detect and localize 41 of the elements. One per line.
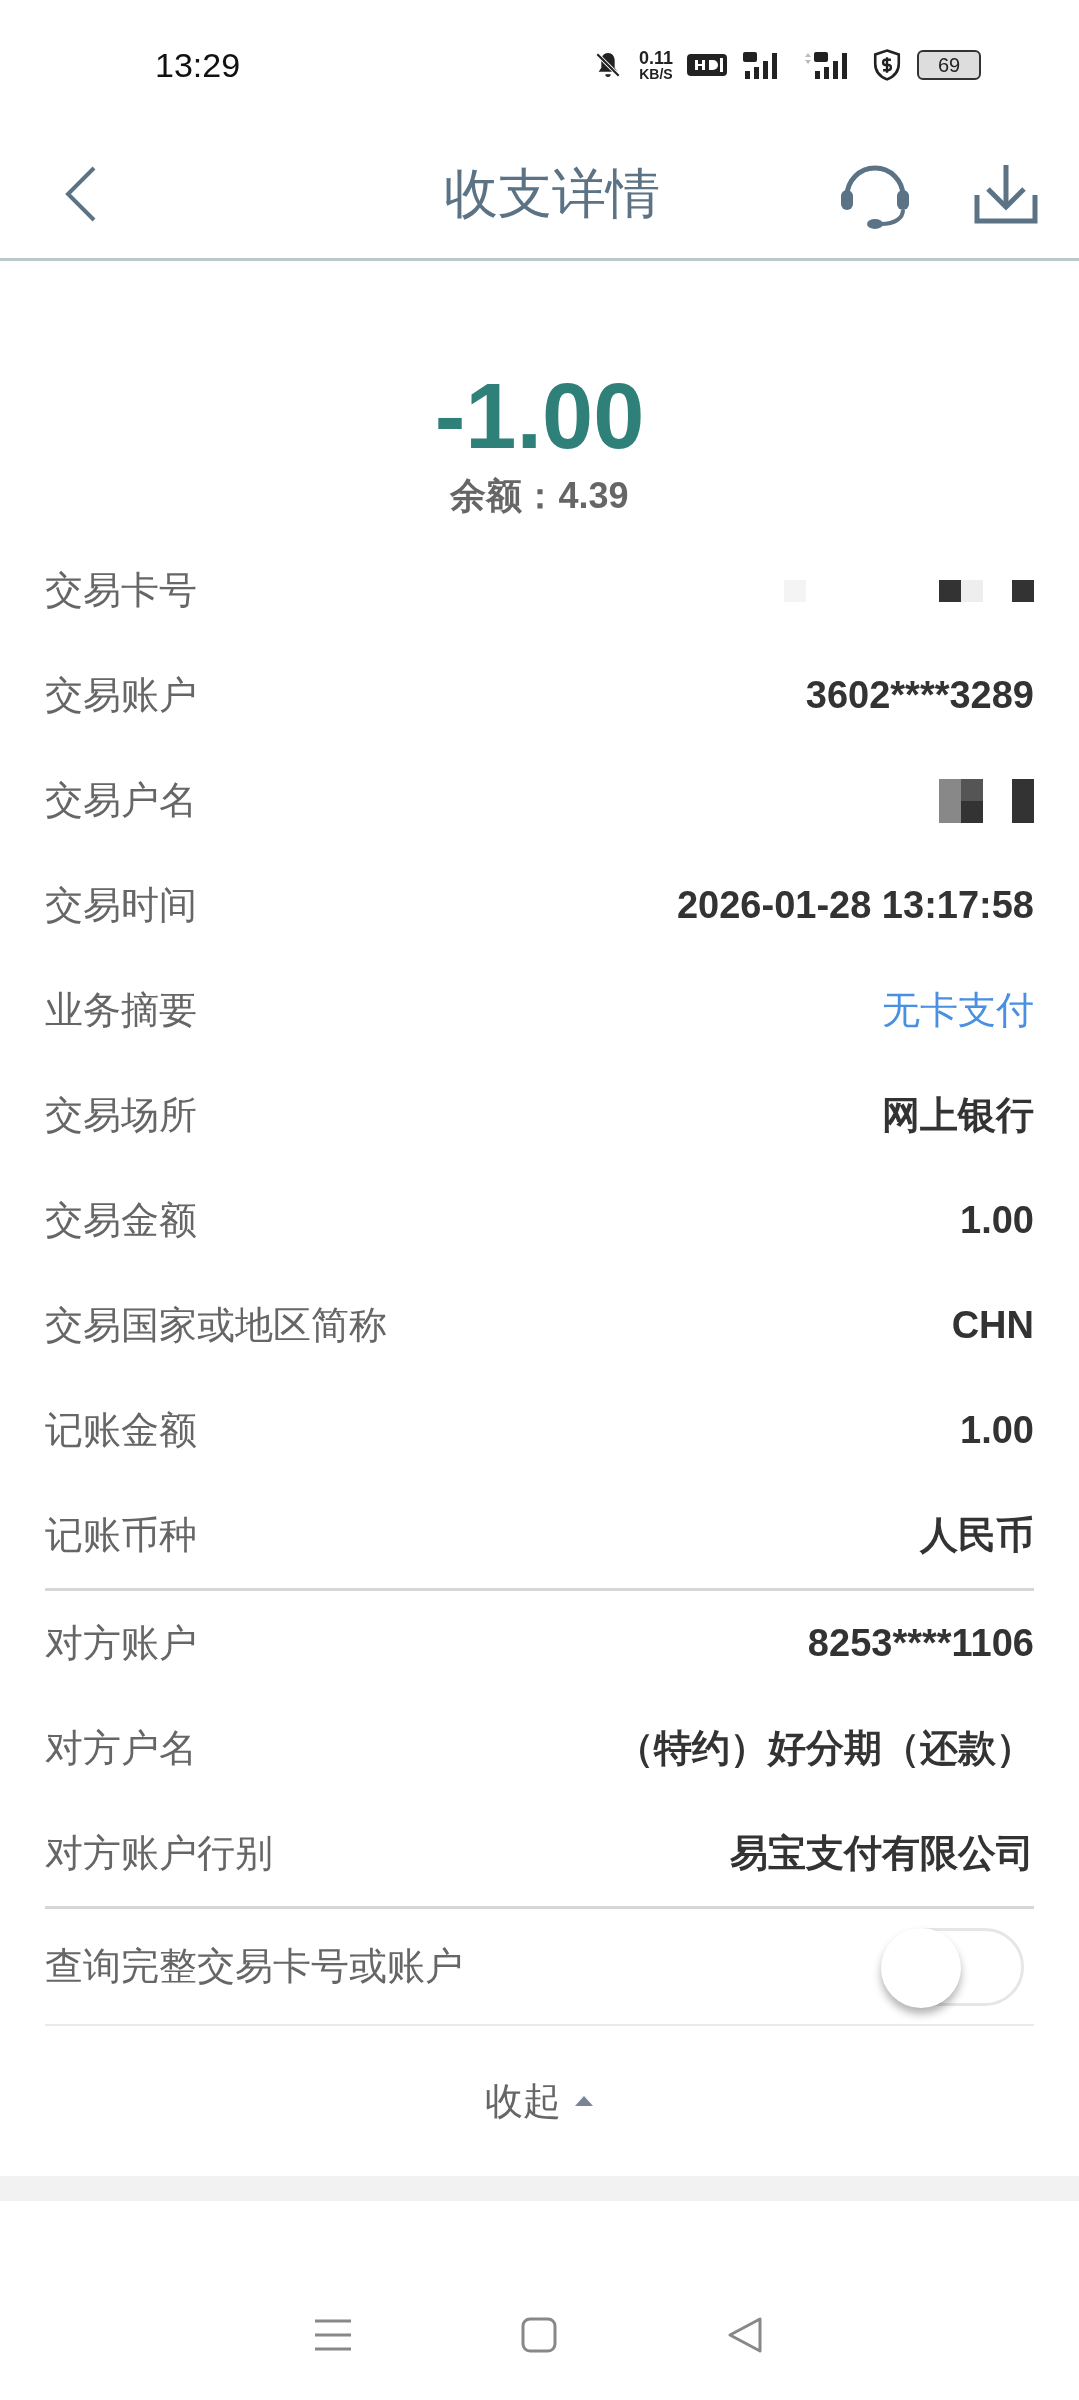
field-value: 8253****1106 — [807, 1622, 1034, 1665]
shield-icon — [871, 48, 903, 82]
field-label: 交易卡号 — [45, 568, 197, 613]
page-title: 收支详情 — [443, 161, 660, 225]
balance-value: 4.39 — [558, 475, 629, 516]
balance-label: 余额： — [450, 475, 559, 516]
download-icon[interactable] — [973, 163, 1039, 225]
field-label: 对方户名 — [45, 1726, 197, 1771]
toggle-label: 查询完整交易卡号或账户 — [45, 1944, 463, 1989]
network-speed: 0.11 — [638, 49, 673, 67]
field-label: 交易国家或地区简称 — [45, 1303, 387, 1348]
field-value: 1.00 — [960, 1409, 1034, 1452]
toggle-switch[interactable] — [884, 1927, 1024, 2006]
home-icon[interactable] — [519, 2315, 560, 2355]
field-label: 交易金额 — [45, 1198, 197, 1243]
field-value: CHN — [951, 1304, 1034, 1347]
hd-icon — [687, 53, 727, 77]
field-value: 3602****3289 — [805, 674, 1034, 717]
field-value: 易宝支付有限公司 — [730, 1831, 1034, 1876]
field-label: 记账币种 — [45, 1513, 197, 1558]
field-label: 交易时间 — [45, 883, 197, 928]
field-value: 网上银行 — [882, 1093, 1034, 1138]
field-label: 业务摘要 — [45, 988, 197, 1033]
field-value: 1.00 — [960, 1199, 1034, 1242]
field-label: 对方账户行别 — [45, 1831, 273, 1876]
field-value: 2026-01-28 13:17:58 — [676, 884, 1034, 927]
field-label: 交易场所 — [45, 1093, 197, 1138]
field-label: 记账金额 — [45, 1408, 197, 1453]
field-value: 人民币 — [920, 1513, 1034, 1558]
field-label: 交易账户 — [45, 673, 197, 718]
field-label: 交易户名 — [45, 778, 197, 823]
battery-icon: 69 — [917, 50, 981, 80]
field-label: 对方账户 — [45, 1621, 197, 1666]
collapse-button[interactable]: 收起 — [484, 2075, 595, 2127]
status-time: 13:29 — [155, 45, 241, 85]
field-link[interactable]: 无卡支付 — [882, 985, 1034, 1036]
network-speed-unit: KB/S — [639, 67, 673, 81]
back-button[interactable] — [64, 164, 98, 224]
caret-icon — [572, 2094, 595, 2108]
transaction-amount: -1.00 — [434, 364, 645, 469]
field-value: （特约）好分期（还款） — [616, 1726, 1034, 1771]
